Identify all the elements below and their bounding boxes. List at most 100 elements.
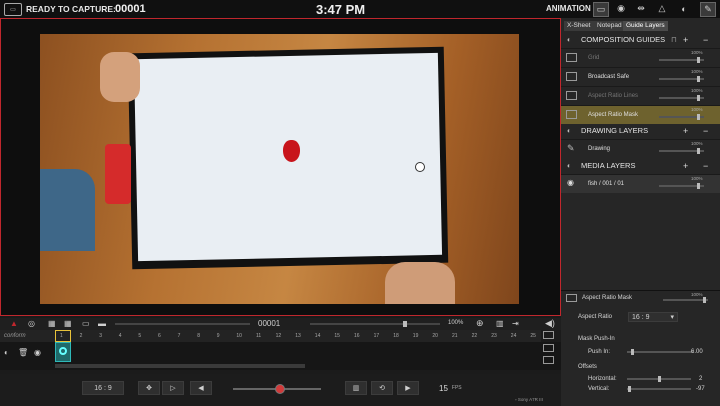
layer-grid[interactable]: Grid 100% <box>561 48 720 67</box>
opacity-slider[interactable] <box>663 297 708 303</box>
media-layers-header[interactable]: ◐ MEDIA LAYERS + − <box>561 159 720 173</box>
opacity-slider[interactable] <box>659 76 704 82</box>
frame-thumbnail-1[interactable] <box>55 342 71 362</box>
columns-icon[interactable]: ▥ <box>496 319 504 328</box>
playhead[interactable] <box>55 330 71 342</box>
arrow-right-icon[interactable]: ⇥ <box>512 319 519 328</box>
red-can <box>105 144 131 204</box>
add-track-icon[interactable] <box>543 344 554 352</box>
grid-view-icon[interactable]: ▦ <box>48 319 56 328</box>
onion-skin-icon[interactable]: ▲ <box>10 319 18 328</box>
loop-view-icon[interactable]: ◎ <box>28 319 35 328</box>
add-layer-icon[interactable]: + <box>683 124 688 138</box>
layer-aspect-ratio-lines[interactable]: Aspect Ratio Lines 100% <box>561 86 720 105</box>
ruler-tick: 14 <box>314 333 321 339</box>
ruler-tick: 25 <box>530 333 536 339</box>
ruler-tick: 11 <box>256 333 262 339</box>
layer-media[interactable]: ◉ fish / 001 / 01 100% <box>561 174 720 193</box>
ruler-tick: 21 <box>452 333 458 339</box>
aspect-lines-icon <box>566 91 577 100</box>
frames-icon[interactable]: ▥ <box>345 381 367 395</box>
playback-slider[interactable] <box>233 384 321 394</box>
sliders-icon[interactable]: ⇹ <box>634 2 648 15</box>
trash-icon[interactable]: 🗑 <box>18 348 28 357</box>
opacity-slider[interactable] <box>659 114 704 120</box>
right-panel: X-Sheet Notepad Guide Layers ◐ COMPOSITI… <box>561 18 720 406</box>
layer-drawing[interactable]: ✎ Drawing 100% <box>561 139 720 158</box>
ruler-tick: 18 <box>393 333 399 339</box>
tab-notepad[interactable]: Notepad <box>594 21 625 31</box>
visibility-icon[interactable]: ◐ <box>567 124 572 138</box>
add-layer-icon[interactable]: + <box>683 33 688 47</box>
camera-switch-icon[interactable]: ▷ <box>162 381 184 395</box>
timeline-scrollbar[interactable] <box>55 364 305 368</box>
aspect-mask-icon <box>566 110 577 119</box>
app-logo-icon[interactable]: ▭ <box>4 3 22 16</box>
record-knob[interactable] <box>275 384 285 394</box>
crosshair-icon[interactable]: ⊕ <box>476 318 484 329</box>
layer-broadcast-safe[interactable]: Broadcast Safe 100% <box>561 67 720 86</box>
ruler-tick: 4 <box>118 333 122 339</box>
drawing-layers-header[interactable]: ◐ DRAWING LAYERS + − <box>561 124 720 138</box>
close-track-icon[interactable] <box>543 356 554 364</box>
camera-icon[interactable]: ◉ <box>34 348 41 357</box>
opacity-slider[interactable] <box>659 57 704 63</box>
visibility-icon[interactable]: ◐ <box>567 33 572 47</box>
red-pepper <box>283 140 300 162</box>
camera-icon[interactable]: ◉ <box>614 2 628 15</box>
monitor-icon[interactable]: ▭ <box>593 2 609 17</box>
visibility-icon[interactable]: ◐ <box>567 159 572 173</box>
frame-view-icon[interactable]: ▭ <box>82 319 90 328</box>
lock-icon[interactable]: ⊓ <box>671 33 677 47</box>
strip-view-icon[interactable]: ▬ <box>98 319 106 328</box>
vertical-offset-slider[interactable] <box>627 386 691 392</box>
ruler-tick: 16 <box>354 333 360 339</box>
opacity-slider[interactable] <box>659 183 704 189</box>
capture-marker-icon <box>59 347 67 355</box>
ruler-tick: 22 <box>471 333 478 339</box>
fps-field[interactable]: 15 FPS <box>439 381 475 395</box>
add-layer-icon[interactable]: + <box>683 159 688 173</box>
ruler-tick: 23 <box>491 333 497 339</box>
ruler-tick: 5 <box>138 333 142 339</box>
layer-aspect-ratio-mask[interactable]: Aspect Ratio Mask 100% <box>561 105 720 124</box>
clock: 3:47 PM <box>316 2 366 17</box>
opacity-slider[interactable] <box>659 95 704 101</box>
grid-view-2-icon[interactable]: ▦ <box>64 319 72 328</box>
play-icon[interactable]: ▶ <box>397 381 419 395</box>
remove-layer-icon[interactable]: − <box>703 124 708 138</box>
frame-field[interactable]: 00001 <box>258 319 280 328</box>
visibility-icon[interactable]: ◐ <box>4 348 9 357</box>
horizontal-offset-slider[interactable] <box>627 376 691 382</box>
timeline-menu-icon[interactable] <box>543 331 554 339</box>
guides-icon[interactable]: ◐ <box>677 2 691 15</box>
timeline-ruler[interactable]: conform 1 2 3 4 5 6 7 8 9 10 11 12 13 14 15 16 17 18 19 20 2… <box>0 330 541 342</box>
aspect-button[interactable]: 16 : 9 <box>82 381 124 395</box>
ruler-tick: 15 <box>334 333 340 339</box>
navigate-icon[interactable]: ✥ <box>138 381 160 395</box>
speaker-icon[interactable]: ◀) <box>545 318 555 329</box>
tab-xsheet[interactable]: X-Sheet <box>564 21 594 31</box>
composition-guides-header[interactable]: ◐ COMPOSITION GUIDES ⊓ + − <box>561 33 720 47</box>
ruler-tick: 9 <box>216 333 220 339</box>
remove-layer-icon[interactable]: − <box>703 33 708 47</box>
ruler-tick: 19 <box>412 333 419 339</box>
opacity-slider[interactable] <box>659 148 704 154</box>
pen-icon[interactable]: ✎ <box>700 2 716 17</box>
mode-label[interactable]: ANIMATION <box>546 4 591 13</box>
layer-name[interactable]: conform <box>4 333 26 339</box>
shapes-icon[interactable]: △ <box>655 2 669 15</box>
push-in-slider[interactable] <box>627 349 693 355</box>
ruler-tick: 17 <box>373 333 380 339</box>
step-back-icon[interactable]: ◀ <box>190 381 212 395</box>
timeline-tracks[interactable]: ◐ 🗑 ◉ <box>0 342 561 370</box>
mouse-cursor-icon <box>415 162 425 172</box>
zoom-slider[interactable] <box>310 321 440 327</box>
ruler-tick: 12 <box>275 333 282 339</box>
tab-guide-layers[interactable]: Guide Layers <box>623 21 668 31</box>
ruler-tick: 7 <box>177 333 181 339</box>
scrub-slider[interactable] <box>115 323 250 325</box>
remove-layer-icon[interactable]: − <box>703 159 708 173</box>
loop-icon[interactable]: ⟲ <box>371 381 393 395</box>
aspect-ratio-select[interactable]: 16 : 9 ▾ <box>628 312 678 322</box>
